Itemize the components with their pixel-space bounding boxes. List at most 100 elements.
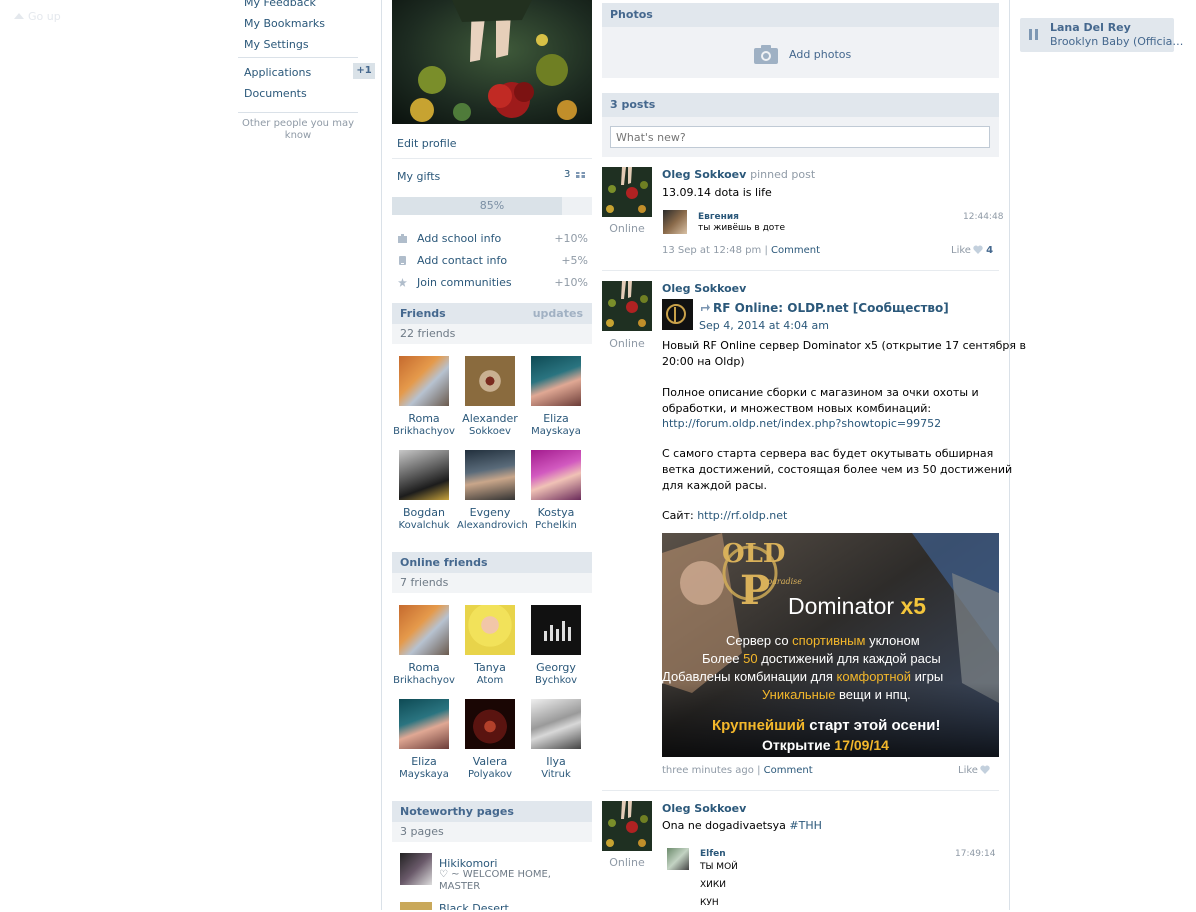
friend-last-name: Bychkov: [534, 675, 578, 686]
friend-last-name: Atom: [476, 675, 504, 686]
pause-icon[interactable]: [1029, 29, 1039, 40]
friend-first-name: Ilya: [546, 755, 566, 768]
nav-my-bookmarks[interactable]: My Bookmarks: [244, 17, 325, 30]
repost-date[interactable]: Sep 4, 2014 at 4:04 am: [699, 319, 829, 332]
post-meta: three minutes ago | Comment: [662, 765, 813, 776]
site-label: Сайт:: [662, 509, 694, 522]
task-add-school[interactable]: Add school info +10%: [397, 231, 592, 247]
nav-my-feedback[interactable]: My Feedback: [244, 0, 316, 9]
nav-applications[interactable]: Applications: [244, 66, 311, 79]
audio-track[interactable]: Brooklyn Baby (Officia…: [1050, 35, 1183, 48]
task-add-contact[interactable]: Add contact info +5%: [397, 253, 592, 269]
task-percent: +10%: [554, 276, 588, 289]
page-avatar[interactable]: [400, 902, 432, 910]
friend-item[interactable]: Kostya Pchelkin: [523, 450, 589, 532]
friend-avatar: [465, 699, 515, 749]
whats-new-input[interactable]: [610, 126, 990, 148]
profile-photo[interactable]: [392, 0, 592, 124]
online-friends-header[interactable]: Online friends: [392, 552, 592, 573]
page-description: ♡ ~ WELCOME HOME, MASTER: [439, 869, 551, 892]
online-friend-item[interactable]: Ilya Vitruk: [523, 699, 589, 781]
comment-author[interactable]: Elfen: [700, 849, 726, 859]
task-percent: +5%: [561, 254, 588, 267]
nav-documents[interactable]: Documents: [244, 87, 307, 100]
post-author-name[interactable]: Oleg Sokkoev: [662, 802, 746, 815]
friends-header[interactable]: Friends updates: [392, 303, 592, 324]
site-link[interactable]: http://rf.oldp.net: [697, 509, 787, 522]
noteworthy-count[interactable]: 3 pages: [392, 822, 592, 842]
my-gifts-link[interactable]: My gifts: [397, 170, 440, 183]
edit-profile-link[interactable]: Edit profile: [397, 137, 457, 150]
friend-last-name: Vitruk: [541, 769, 571, 780]
go-up-label: Go up: [28, 10, 61, 23]
post-date[interactable]: 13 Sep at 12:48 pm: [662, 245, 761, 256]
online-friend-item[interactable]: Roma Brikhachyov: [391, 605, 457, 687]
repost-title-text: RF Online: OLDP.net [Сообщество]: [713, 301, 949, 315]
add-photos-link[interactable]: Add photos: [789, 48, 851, 61]
page-name[interactable]: Black Desert: [439, 904, 509, 910]
applications-badge[interactable]: +1: [353, 63, 375, 79]
gift-icon: [575, 169, 585, 178]
friend-item[interactable]: Evgeny Alexandrovich: [457, 450, 528, 532]
friend-last-name: Polyakov: [467, 769, 513, 780]
star-icon: [398, 278, 407, 287]
online-friends-count[interactable]: 7 friends: [392, 573, 592, 593]
comment-time: 17:49:14: [955, 849, 996, 859]
friend-item[interactable]: Eliza Mayskaya: [523, 356, 589, 438]
divider: [392, 158, 592, 159]
camera-icon[interactable]: [754, 44, 778, 64]
noteworthy-header[interactable]: Noteworthy pages: [392, 801, 592, 822]
online-friend-item[interactable]: Eliza Mayskaya: [391, 699, 457, 781]
repost-group-avatar[interactable]: [662, 299, 693, 330]
friend-first-name: Eliza: [543, 412, 569, 425]
task-join-communities[interactable]: Join communities +10%: [397, 275, 592, 291]
post-author-name[interactable]: Oleg Sokkoev: [662, 282, 746, 295]
friend-item[interactable]: Roma Brikhachyov: [391, 356, 457, 438]
audio-artist[interactable]: Lana Del Rey: [1050, 21, 1131, 34]
like-button[interactable]: Like 4: [951, 245, 993, 256]
post-text-line: ветка достижений, состоящая более чем из…: [662, 463, 1013, 476]
post-author-avatar[interactable]: [602, 801, 652, 851]
friend-avatar: [465, 450, 515, 500]
post-author-avatar[interactable]: [602, 281, 652, 331]
post-text-line: обработки, и множеством новых комбинаций…: [662, 402, 932, 415]
comment-link[interactable]: Comment: [764, 765, 813, 776]
repost-source[interactable]: RF Online: OLDP.net [Сообщество]: [700, 301, 949, 315]
post-banner-image[interactable]: OLD paradise P Dominator x5 Сервер со сп…: [662, 533, 999, 757]
post-link[interactable]: http://forum.oldp.net/index.php?showtopi…: [662, 416, 941, 432]
gifts-count[interactable]: 3: [564, 169, 585, 180]
banner-logo-p: P: [740, 567, 771, 614]
friend-first-name: Tanya: [474, 661, 506, 674]
post-author-name[interactable]: Oleg Sokkoev pinned post: [662, 168, 815, 181]
friend-item[interactable]: Bogdan Kovalchuk: [391, 450, 457, 532]
friends-count[interactable]: 22 friends: [392, 324, 592, 344]
banner-highlight: комфортной: [836, 669, 912, 684]
post-author-avatar[interactable]: [602, 167, 652, 217]
like-button[interactable]: Like: [958, 765, 990, 776]
post-divider: [602, 790, 999, 791]
friends-updates-link[interactable]: updates: [533, 303, 583, 324]
hashtag-link[interactable]: #THH: [789, 819, 821, 832]
photos-header[interactable]: Photos: [602, 3, 999, 27]
audio-player[interactable]: Lana Del Rey Brooklyn Baby (Officia…: [1020, 18, 1183, 52]
other-people-link[interactable]: Other people you may know: [240, 118, 356, 142]
banner-highlight: 17/09/14: [834, 737, 889, 753]
go-up-button[interactable]: Go up: [14, 10, 61, 23]
online-friend-item[interactable]: Tanya Atom: [457, 605, 523, 687]
posts-header[interactable]: 3 posts: [602, 93, 999, 117]
online-friend-item[interactable]: Georgy Bychkov: [523, 605, 589, 687]
friend-last-name: Sokkoev: [469, 426, 511, 437]
phone-icon: [399, 256, 406, 265]
friend-last-name: Alexandrovich: [457, 520, 528, 531]
comment-avatar[interactable]: [663, 210, 687, 234]
comment-avatar[interactable]: [667, 848, 689, 870]
post-date[interactable]: three minutes ago: [662, 765, 754, 776]
comment-link[interactable]: Comment: [771, 245, 820, 256]
comment-time: 12:44:48: [963, 212, 1004, 222]
online-status: Online: [609, 856, 645, 869]
page-avatar[interactable]: [400, 853, 432, 885]
friend-item[interactable]: Alexander Sokkoev: [457, 356, 523, 438]
nav-my-settings[interactable]: My Settings: [244, 38, 309, 51]
online-friend-item[interactable]: Valera Polyakov: [457, 699, 523, 781]
task-label: Join communities: [417, 276, 512, 289]
